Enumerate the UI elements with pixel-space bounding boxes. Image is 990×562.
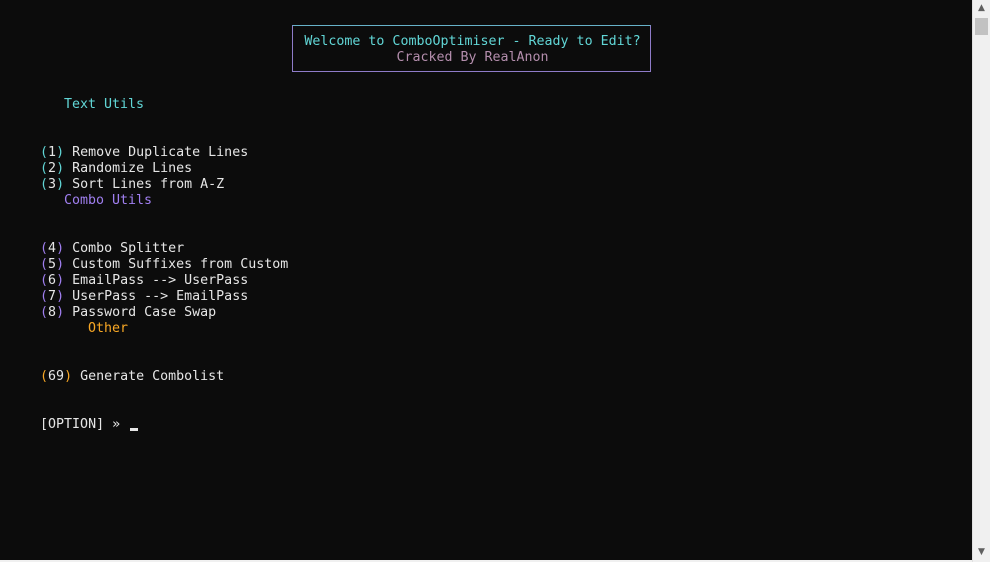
menu-option-7: (7) UserPass --> EmailPass bbox=[8, 273, 248, 304]
option-number: (3) bbox=[40, 177, 65, 192]
menu-option-2: (2) Randomize Lines bbox=[8, 145, 192, 176]
menu-option-69: (69) Generate Combolist bbox=[8, 353, 224, 384]
scroll-down-arrow-icon[interactable]: ▼ bbox=[973, 544, 990, 560]
section-title-text-utils: Text Utils bbox=[64, 97, 145, 112]
section-title-combo-utils: Combo Utils bbox=[64, 193, 153, 208]
banner-credit: Cracked By RealAnon bbox=[396, 50, 549, 65]
prompt-label: [OPTION] » bbox=[40, 417, 129, 432]
option-label: Sort Lines from A-Z bbox=[64, 177, 225, 192]
scrollbar-thumb[interactable] bbox=[975, 18, 988, 35]
option-number: (69) bbox=[40, 369, 73, 384]
menu-option-4: (4) Combo Splitter bbox=[8, 225, 184, 256]
text-cursor bbox=[130, 428, 139, 431]
scroll-up-arrow-icon[interactable]: ▲ bbox=[973, 0, 990, 16]
welcome-banner: Welcome to ComboOptimiser - Ready to Edi… bbox=[292, 25, 651, 72]
console-window: Welcome to ComboOptimiser - Ready to Edi… bbox=[0, 0, 972, 560]
menu-option-6: (6) EmailPass --> UserPass bbox=[8, 257, 248, 288]
section-title-other: Other bbox=[88, 321, 129, 336]
menu-option-8: (8) Password Case Swap bbox=[8, 289, 216, 320]
vertical-scrollbar[interactable]: ▲ ▼ bbox=[972, 0, 990, 562]
menu-option-5: (5) Custom Suffixes from Custom bbox=[8, 241, 288, 272]
menu-option-1: (1) Remove Duplicate Lines bbox=[8, 129, 248, 160]
option-number: (8) bbox=[40, 305, 65, 320]
option-prompt[interactable]: [OPTION] » bbox=[8, 401, 139, 432]
option-label: Generate Combolist bbox=[72, 369, 225, 384]
option-label: Password Case Swap bbox=[64, 305, 217, 320]
menu-option-3: (3) Sort Lines from A-Z bbox=[8, 161, 224, 192]
banner-title: Welcome to ComboOptimiser - Ready to Edi… bbox=[304, 34, 641, 49]
